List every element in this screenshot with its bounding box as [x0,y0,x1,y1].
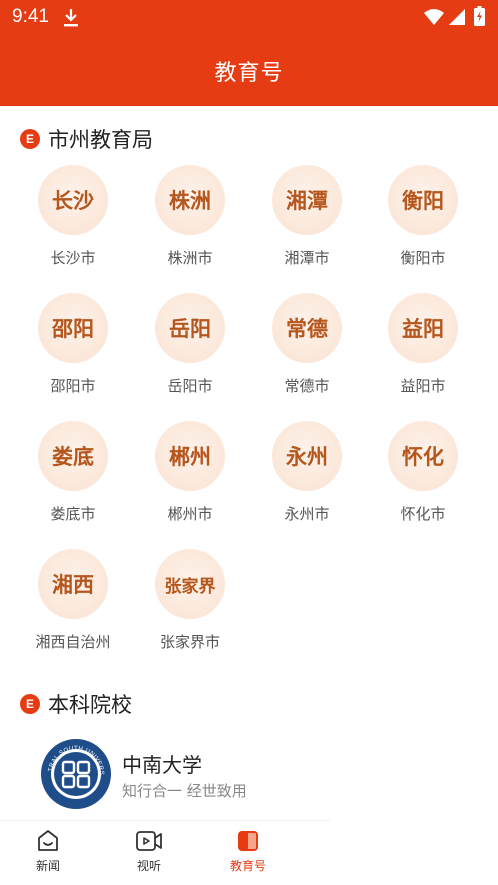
city-logo: 郴州 [155,421,225,491]
city-item[interactable]: 湘西 湘西自治州 [15,549,131,652]
university-logo: CENTRAL SOUTH UNIVERSITY [40,738,111,809]
city-item[interactable]: 常德 常德市 [249,293,365,396]
e-badge-icon: E [20,694,40,714]
page-title: 教育号 [214,61,284,86]
city-item[interactable]: 湘潭 湘潭市 [249,165,365,268]
city-logo: 株洲 [155,165,225,235]
education-icon [238,831,258,851]
city-item[interactable]: 郴州 郴州市 [132,421,248,524]
tab-news[interactable]: 新闻 [18,829,78,874]
city-logo: 湘西 [38,549,108,619]
tab-education[interactable]: 教育号 [218,829,278,874]
city-label: 湘西自治州 [35,633,111,651]
e-badge-icon: E [20,129,40,149]
city-label: 长沙市 [50,249,96,267]
city-label: 娄底市 [50,505,96,523]
city-item[interactable]: 永州 永州市 [249,421,365,524]
city-logo: 怀化 [388,421,458,491]
city-item[interactable]: 益阳 益阳市 [365,293,481,396]
battery-icon [474,6,485,26]
tab-label: 教育号 [229,859,266,873]
city-label: 邵阳市 [50,377,96,395]
city-label: 株洲市 [167,249,213,267]
video-icon [136,831,162,851]
tab-video[interactable]: 视听 [119,829,179,874]
wifi-icon [424,9,444,25]
section-title: 市州教育局 [48,128,153,152]
signal-icon [449,9,465,25]
city-item[interactable]: 岳阳 岳阳市 [132,293,248,396]
city-label: 衡阳市 [400,249,446,267]
city-logo: 常德 [272,293,342,363]
university-name: 中南大学 [122,753,202,777]
section-header-bureau: E 市州教育局 [20,124,153,154]
city-logo: 长沙 [38,165,108,235]
city-label: 张家界市 [159,633,220,651]
bottom-tab-bar: 新闻 视听 教育号 [0,820,330,885]
city-label: 常德市 [284,377,330,395]
section-header-universities: E 本科院校 [20,689,132,719]
section-title: 本科院校 [48,693,132,717]
city-item[interactable]: 张家界 张家界市 [132,549,248,652]
city-item[interactable]: 邵阳 邵阳市 [15,293,131,396]
city-label: 益阳市 [400,377,446,395]
city-logo: 衡阳 [388,165,458,235]
city-logo: 邵阳 [38,293,108,363]
tab-label: 视听 [136,859,161,873]
city-label: 怀化市 [400,505,446,523]
city-item[interactable]: 怀化 怀化市 [365,421,481,524]
city-label: 永州市 [284,505,330,523]
city-label: 湘潭市 [284,249,330,267]
city-logo: 张家界 [155,549,225,619]
news-icon [38,830,58,851]
download-icon [64,9,78,27]
status-bar: 9:41 [0,0,498,36]
city-item[interactable]: 长沙 长沙市 [15,165,131,268]
city-item[interactable]: 衡阳 衡阳市 [365,165,481,268]
city-label: 郴州市 [167,505,213,523]
city-logo: 娄底 [38,421,108,491]
city-item[interactable]: 娄底 娄底市 [15,421,131,524]
university-motto: 知行合一 经世致用 [122,782,247,800]
city-label: 岳阳市 [167,377,213,395]
app-header: 9:41 教育号 [0,0,498,106]
city-logo: 岳阳 [155,293,225,363]
status-time: 9:41 [12,6,49,27]
city-item[interactable]: 株洲 株洲市 [132,165,248,268]
city-logo: 湘潭 [272,165,342,235]
city-logo: 永州 [272,421,342,491]
tab-label: 新闻 [35,859,60,873]
city-logo: 益阳 [388,293,458,363]
